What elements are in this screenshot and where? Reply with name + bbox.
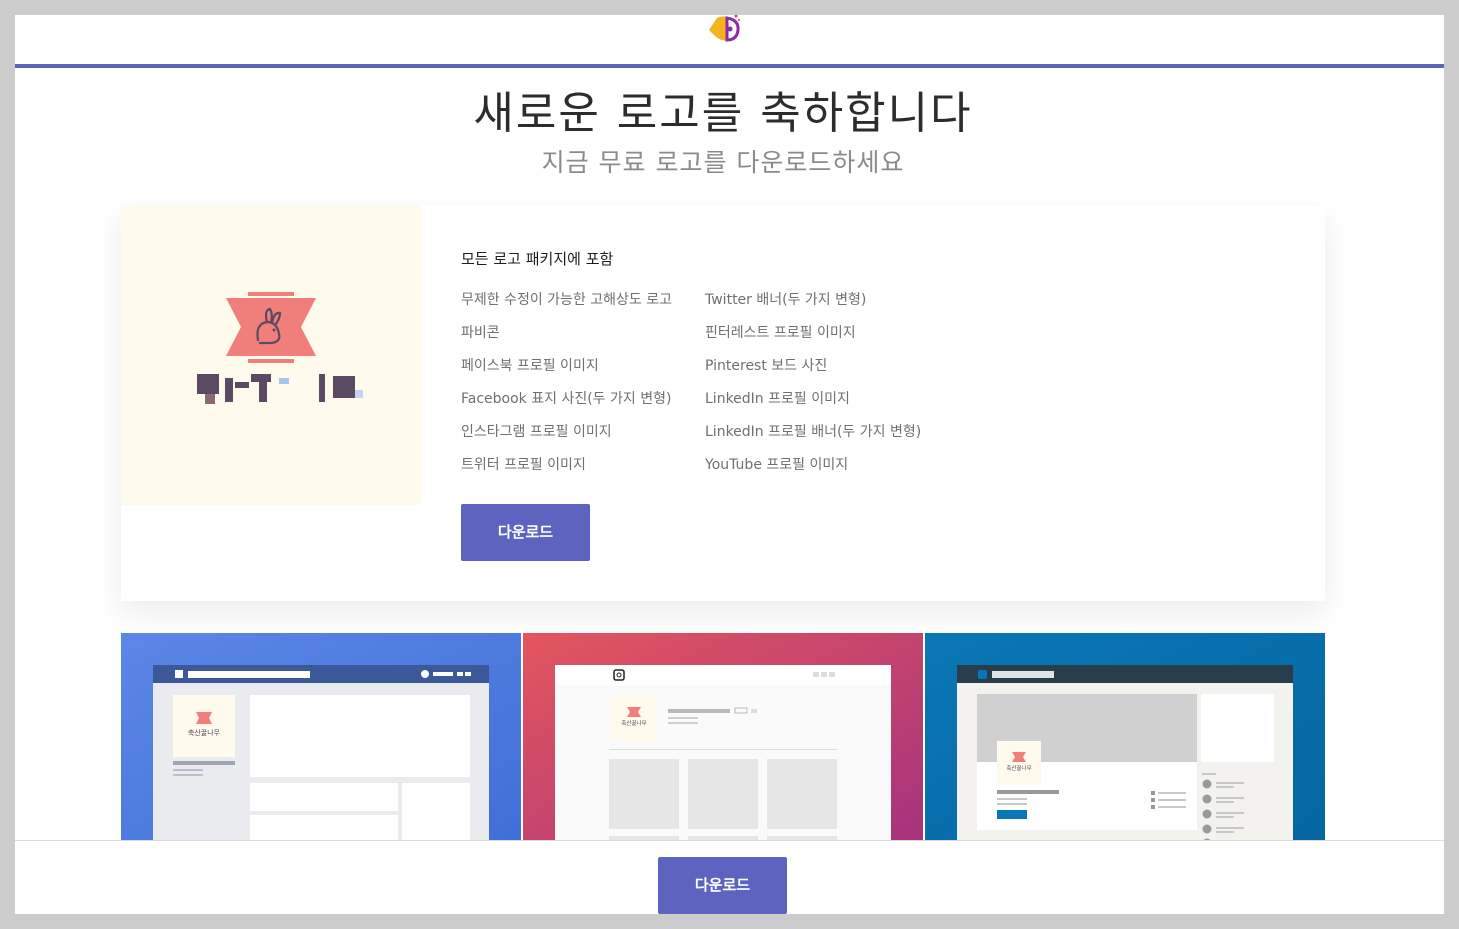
- package-title: 모든 로고 패키지에 포함: [461, 250, 614, 268]
- linkedin-mockup: 축산꿀나무: [925, 633, 1325, 848]
- logo-preview: [121, 206, 421, 505]
- brand-name: 축산꿀나무: [621, 719, 646, 727]
- list-item: Facebook 표지 사진(두 가지 변형): [461, 391, 672, 407]
- footer-download-button[interactable]: 다운로드: [658, 857, 787, 914]
- list-item: Pinterest 보드 사진: [705, 358, 828, 374]
- list-item: Twitter 배너(두 가지 변형): [705, 292, 867, 308]
- list-item: 페이스북 프로필 이미지: [461, 358, 599, 374]
- list-item: 무제한 수정이 가능한 고해상도 로고: [461, 292, 672, 308]
- facebook-mockup: 축산꿀나무: [121, 633, 521, 848]
- page-subtitle: 지금 무료 로고를 다운로드하세요: [541, 148, 905, 177]
- sticky-footer: 다운로드: [15, 840, 1444, 914]
- page-frame: 새로운 로고를 축하합니다 지금 무료 로고를 다운로드하세요 모든 로고 패키…: [15, 15, 1444, 914]
- accent-divider: [15, 64, 1444, 68]
- brand-name: 축산꿀나무: [188, 728, 221, 737]
- instagram-mockup: 축산꿀나무: [523, 633, 923, 848]
- list-item: 인스타그램 프로필 이미지: [461, 424, 612, 440]
- list-item: LinkedIn 프로필 배너(두 가지 변형): [705, 424, 922, 440]
- list-item: LinkedIn 프로필 이미지: [705, 391, 850, 407]
- list-item: YouTube 프로필 이미지: [705, 457, 849, 473]
- list-item: 핀터레스트 프로필 이미지: [705, 325, 856, 341]
- rabbit-icon: [197, 292, 363, 404]
- list-item: 파비콘: [461, 325, 500, 341]
- package-card: 모든 로고 패키지에 포함 무제한 수정이 가능한 고해상도 로고 파비콘 페이…: [121, 206, 1325, 601]
- package-list-left: 무제한 수정이 가능한 고해상도 로고 파비콘 페이스북 프로필 이미지 Fac…: [461, 291, 672, 489]
- brand-name: 축산꿀나무: [1006, 764, 1031, 772]
- list-item: 트위터 프로필 이미지: [461, 457, 586, 473]
- page-title: 새로운 로고를 축하합니다: [473, 88, 973, 139]
- top-bar: [15, 15, 1444, 65]
- download-button[interactable]: 다운로드: [461, 504, 590, 561]
- bird-head-icon[interactable]: [703, 15, 743, 42]
- package-list-right: Twitter 배너(두 가지 변형) 핀터레스트 프로필 이미지 Pinter…: [705, 291, 921, 489]
